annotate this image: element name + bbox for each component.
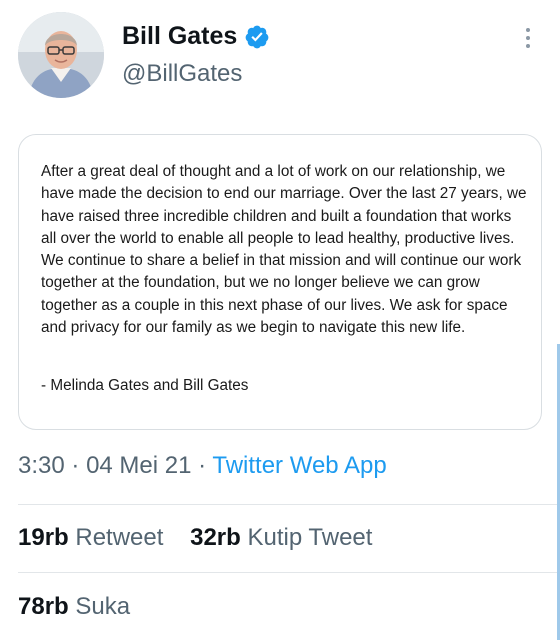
user-avatar [18, 12, 104, 98]
statement-signature: - Melinda Gates and Bill Gates [41, 377, 249, 394]
author-display-name[interactable]: Bill Gates [122, 22, 237, 51]
like-count: 78rb [18, 593, 69, 620]
quote-label: Kutip Tweet [247, 524, 373, 551]
author-name-row[interactable]: Bill Gates [122, 22, 270, 51]
statement-image-card[interactable]: After a great deal of thought and a lot … [18, 134, 542, 430]
more-options-button[interactable] [520, 28, 536, 52]
retweet-count: 19rb [18, 524, 69, 551]
meta-separator: · [71, 452, 80, 479]
likes-row: 78rb Suka [18, 593, 130, 621]
engagement-row: 19rb Retweet 32rb Kutip Tweet [18, 524, 372, 552]
quote-count: 32rb [190, 524, 241, 551]
like-label: Suka [75, 593, 131, 620]
tweet-source-link[interactable]: Twitter Web App [212, 452, 386, 479]
retweets-stat[interactable]: 19rb Retweet [18, 524, 163, 551]
divider [18, 572, 560, 573]
tweet-time[interactable]: 3:30 [18, 452, 65, 479]
tweet-date[interactable]: 04 Mei 21 [86, 452, 191, 479]
tweet-meta: 3:30 · 04 Mei 21 · Twitter Web App [18, 452, 387, 480]
likes-stat[interactable]: 78rb Suka [18, 593, 130, 620]
quote-tweets-stat[interactable]: 32rb Kutip Tweet [190, 524, 372, 551]
divider [18, 504, 560, 505]
more-vertical-icon [526, 28, 530, 32]
statement-text: After a great deal of thought and a lot … [41, 163, 527, 337]
author-handle[interactable]: @BillGates [122, 60, 242, 88]
meta-separator: · [198, 452, 207, 479]
verified-badge-icon [245, 25, 269, 48]
retweet-label: Retweet [75, 524, 164, 551]
avatar[interactable] [18, 12, 104, 98]
